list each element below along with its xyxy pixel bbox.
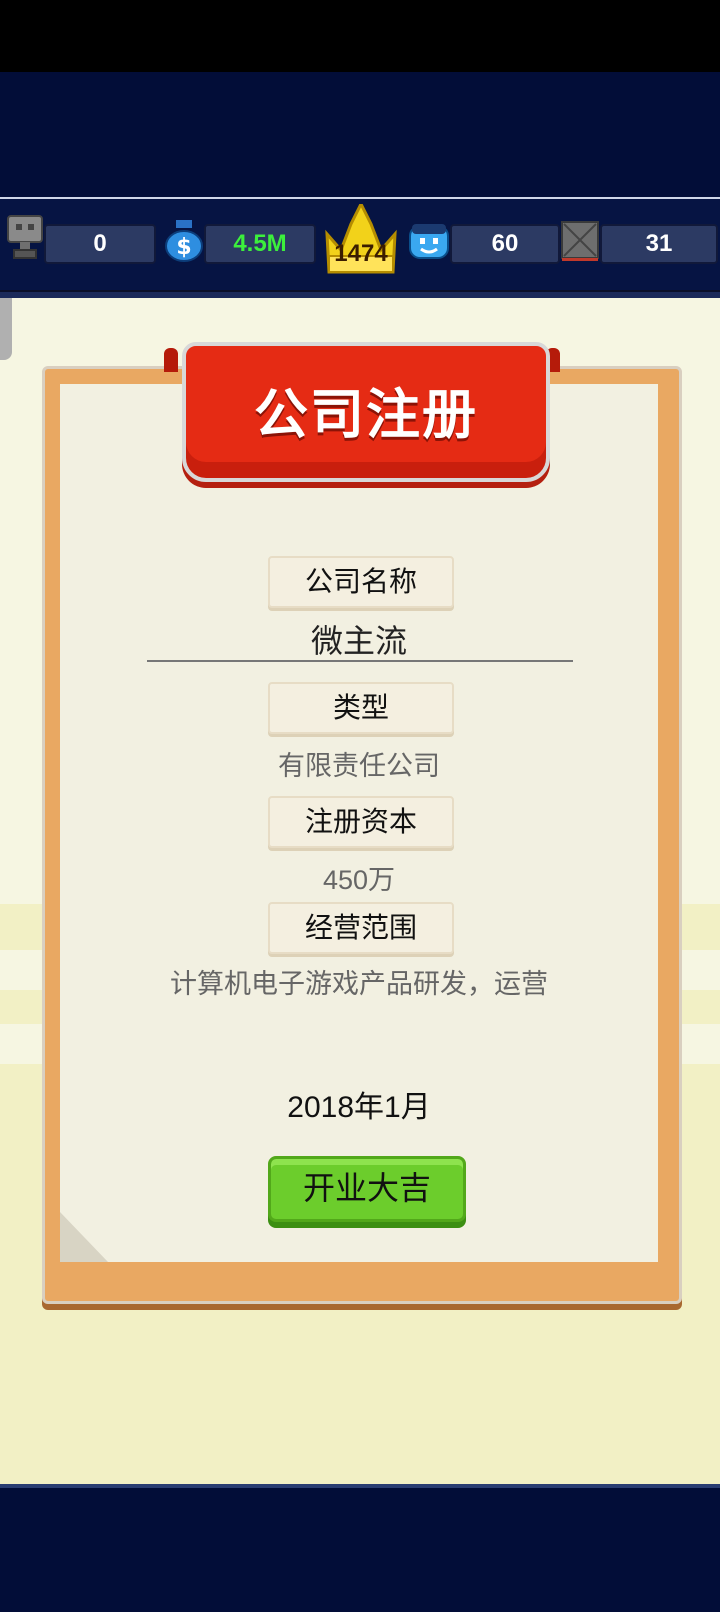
employee-face-icon[interactable] — [408, 222, 450, 260]
staff-counter: 60 — [450, 224, 560, 264]
svg-text:$: $ — [176, 235, 191, 260]
trophy-icon[interactable] — [6, 214, 44, 260]
items-counter: 31 — [600, 224, 718, 264]
money-bag-icon[interactable]: $ — [163, 218, 205, 262]
capital-value: 450万 — [322, 865, 396, 895]
status-bar — [0, 0, 720, 72]
scope-value: 计算机电子游戏产品研发，运营 — [170, 969, 548, 1000]
level-counter: 1474 — [334, 240, 388, 267]
registration-date: 2018年1月 — [287, 1091, 431, 1124]
type-value: 有限责任公司 — [278, 751, 440, 782]
capital-label: 注册资本 — [268, 796, 454, 848]
top-banner-area — [0, 72, 720, 198]
company-name-label: 公司名称 — [268, 556, 454, 608]
side-tab[interactable] — [0, 298, 12, 360]
scope-label: 经营范围 — [268, 902, 454, 954]
name-underline — [147, 660, 573, 662]
company-name-value[interactable]: 微主流 — [60, 616, 658, 662]
bottom-nav-area — [0, 1484, 720, 1612]
open-business-button[interactable]: 开业大吉 — [268, 1156, 466, 1222]
coins-counter: 0 — [44, 224, 156, 264]
crossed-box-icon[interactable] — [560, 220, 600, 262]
dialog-title: 公司注册 — [254, 383, 478, 446]
money-counter: 4.5M — [204, 224, 316, 264]
type-label: 类型 — [268, 682, 454, 734]
paper-curl — [60, 1212, 108, 1262]
ribbon-end-left — [164, 348, 178, 372]
